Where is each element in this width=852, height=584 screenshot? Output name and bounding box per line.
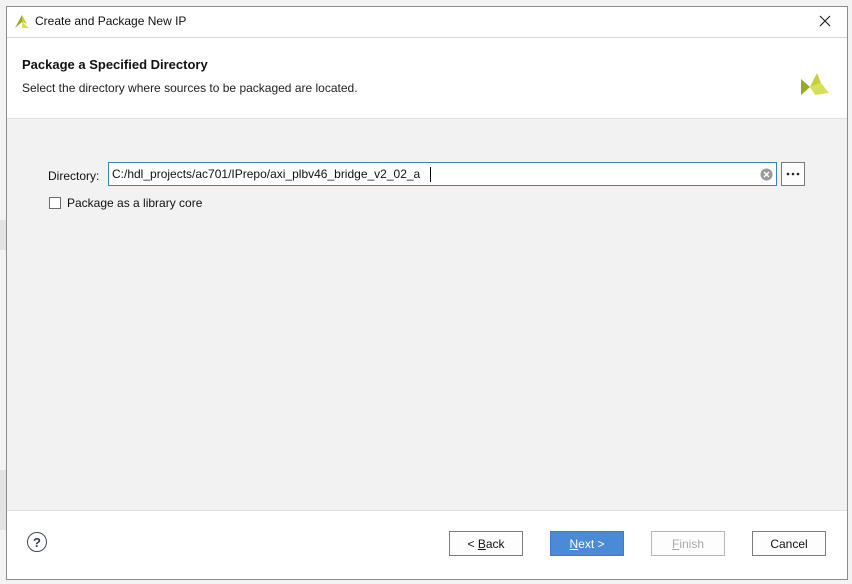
content-area: Directory: Package as a library core xyxy=(7,118,847,510)
next-label: ext > xyxy=(578,536,605,551)
finish-label: inish xyxy=(679,536,705,551)
vivado-logo-icon xyxy=(801,73,829,95)
next-mnemonic: N xyxy=(569,536,579,551)
directory-field[interactable] xyxy=(108,162,777,186)
text-cursor xyxy=(430,167,431,182)
finish-mnemonic: F xyxy=(671,536,680,551)
library-core-label: Package as a library core xyxy=(67,196,203,210)
title-bar: Create and Package New IP xyxy=(7,7,847,37)
back-mnemonic: B xyxy=(477,536,486,551)
create-package-ip-dialog: Create and Package New IP Package a Spec… xyxy=(6,6,848,580)
ellipsis-icon xyxy=(786,172,800,176)
browse-button[interactable] xyxy=(781,162,805,186)
directory-input[interactable] xyxy=(111,164,753,184)
help-button[interactable]: ? xyxy=(27,532,47,552)
page-header: Package a Specified Directory Select the… xyxy=(7,38,847,118)
finish-button[interactable]: Finish xyxy=(651,531,725,556)
library-core-checkbox[interactable] xyxy=(49,197,61,209)
page-subtitle: Select the directory where sources to be… xyxy=(22,81,358,95)
back-label: ack xyxy=(485,536,505,551)
dialog-title: Create and Package New IP xyxy=(35,14,187,28)
help-icon: ? xyxy=(33,534,41,550)
close-button[interactable] xyxy=(805,7,845,35)
directory-label: Directory: xyxy=(48,169,100,183)
back-button[interactable]: < Back xyxy=(449,531,523,556)
page-title: Package a Specified Directory xyxy=(22,57,208,72)
cancel-button[interactable]: Cancel xyxy=(752,531,826,556)
library-core-option[interactable]: Package as a library core xyxy=(49,196,202,210)
vivado-logo-icon xyxy=(15,15,29,28)
cancel-label: Cancel xyxy=(770,536,808,551)
footer-divider xyxy=(7,510,847,511)
next-button[interactable]: Next > xyxy=(550,531,624,556)
close-icon xyxy=(819,15,831,27)
clear-icon[interactable] xyxy=(760,168,773,181)
back-prefix: < xyxy=(467,536,478,551)
